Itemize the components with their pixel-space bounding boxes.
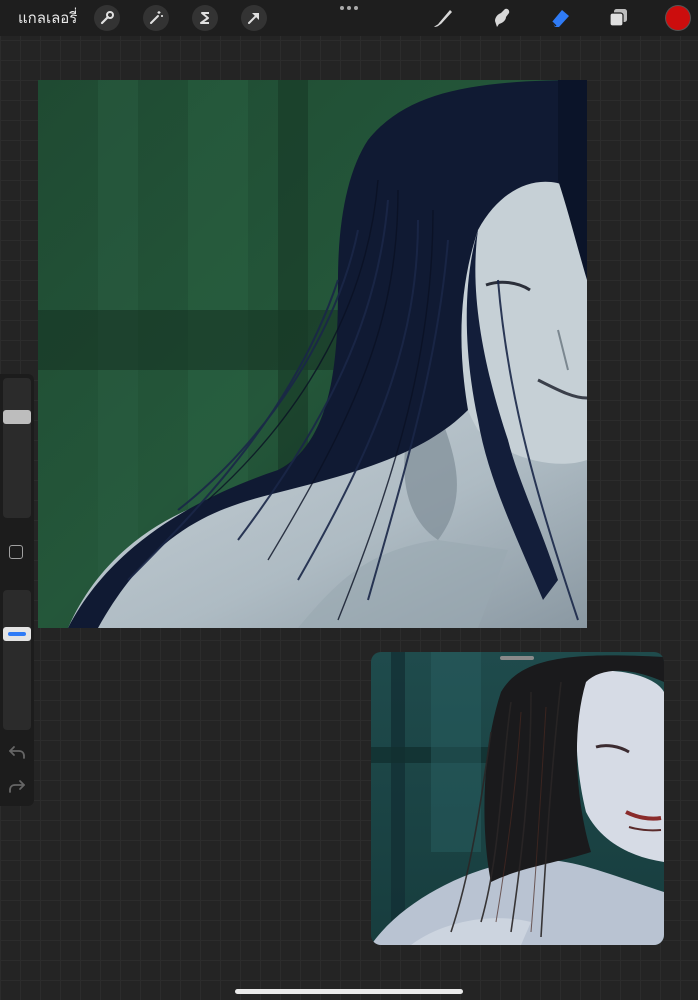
layers-icon[interactable] [605,4,633,32]
more-options-icon[interactable] [338,0,360,14]
home-indicator[interactable] [235,989,463,994]
reference-drag-handle[interactable] [500,656,534,660]
wrench-icon[interactable] [94,5,120,31]
drawing-canvas[interactable] [38,80,587,628]
arrow-cursor-icon[interactable] [241,5,267,31]
undo-icon[interactable] [8,744,26,760]
redo-icon[interactable] [8,778,26,794]
brush-icon[interactable] [429,4,457,32]
left-sidebar [0,374,34,806]
brush-opacity-thumb[interactable] [3,627,31,641]
eraser-icon[interactable] [546,4,574,32]
painted-portrait-artwork [38,80,587,628]
brush-opacity-slider[interactable] [3,590,31,730]
brush-size-slider[interactable] [3,378,31,518]
top-toolbar: แกลเลอรี่ [0,0,698,36]
brush-size-thumb[interactable] [3,410,31,424]
square-icon[interactable] [9,545,23,559]
gallery-button[interactable]: แกลเลอรี่ [18,8,77,28]
color-picker-button[interactable] [666,6,690,30]
selection-s-icon[interactable] [192,5,218,31]
reference-portrait-artwork [371,652,664,945]
smudge-icon[interactable] [488,4,516,32]
magic-wand-icon[interactable] [143,5,169,31]
reference-window[interactable] [371,652,664,945]
